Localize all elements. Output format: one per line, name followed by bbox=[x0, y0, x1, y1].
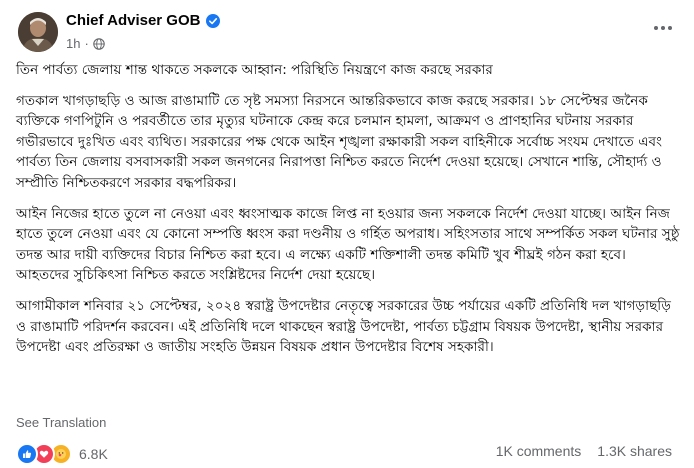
author-avatar[interactable] bbox=[18, 12, 58, 52]
meta-separator: · bbox=[84, 36, 89, 51]
post-paragraph: গতকাল খাগড়াছড়ি ও আজ রাঙামাটি তে সৃষ্ট … bbox=[16, 92, 662, 191]
globe-icon bbox=[93, 37, 105, 50]
author-row: Chief Adviser GOB bbox=[66, 12, 221, 29]
facebook-post: Chief Adviser GOB 1h · তিন পার্বত্য জেলা… bbox=[0, 0, 694, 468]
engagement-counts: 1K comments 1.3K shares bbox=[496, 443, 672, 459]
post-meta: 1h · bbox=[66, 36, 105, 51]
post-header: Chief Adviser GOB 1h · bbox=[14, 6, 674, 52]
author-name[interactable]: Chief Adviser GOB bbox=[66, 12, 200, 29]
like-reaction-icon bbox=[16, 443, 38, 465]
reactions-summary[interactable]: 6.8K bbox=[16, 443, 108, 465]
post-time[interactable]: 1h bbox=[66, 36, 80, 51]
post-paragraph: আগামীকাল শনিবার ২১ সেপ্টেম্বর, ২০২৪ স্বর… bbox=[16, 297, 671, 356]
post-headline: তিন পার্বত্য জেলায় শান্ত থাকতে সকলকে আহ… bbox=[16, 62, 493, 78]
post-paragraph: আইন নিজের হাতে তুলে না নেওয়া এবং ধ্বংসা… bbox=[16, 205, 680, 284]
see-translation-link[interactable]: See Translation bbox=[16, 415, 106, 430]
verified-badge-icon bbox=[206, 13, 221, 28]
post-footer: 6.8K 1K comments 1.3K shares bbox=[16, 443, 680, 465]
shares-count[interactable]: 1.3K shares bbox=[597, 443, 672, 459]
more-options-icon[interactable] bbox=[648, 16, 678, 40]
post-body: তিন পার্বত্য জেলায় শান্ত থাকতে সকলকে আহ… bbox=[16, 60, 680, 368]
reaction-count[interactable]: 6.8K bbox=[79, 446, 108, 462]
avatar-portrait-icon bbox=[18, 12, 58, 52]
comments-count[interactable]: 1K comments bbox=[496, 443, 582, 459]
